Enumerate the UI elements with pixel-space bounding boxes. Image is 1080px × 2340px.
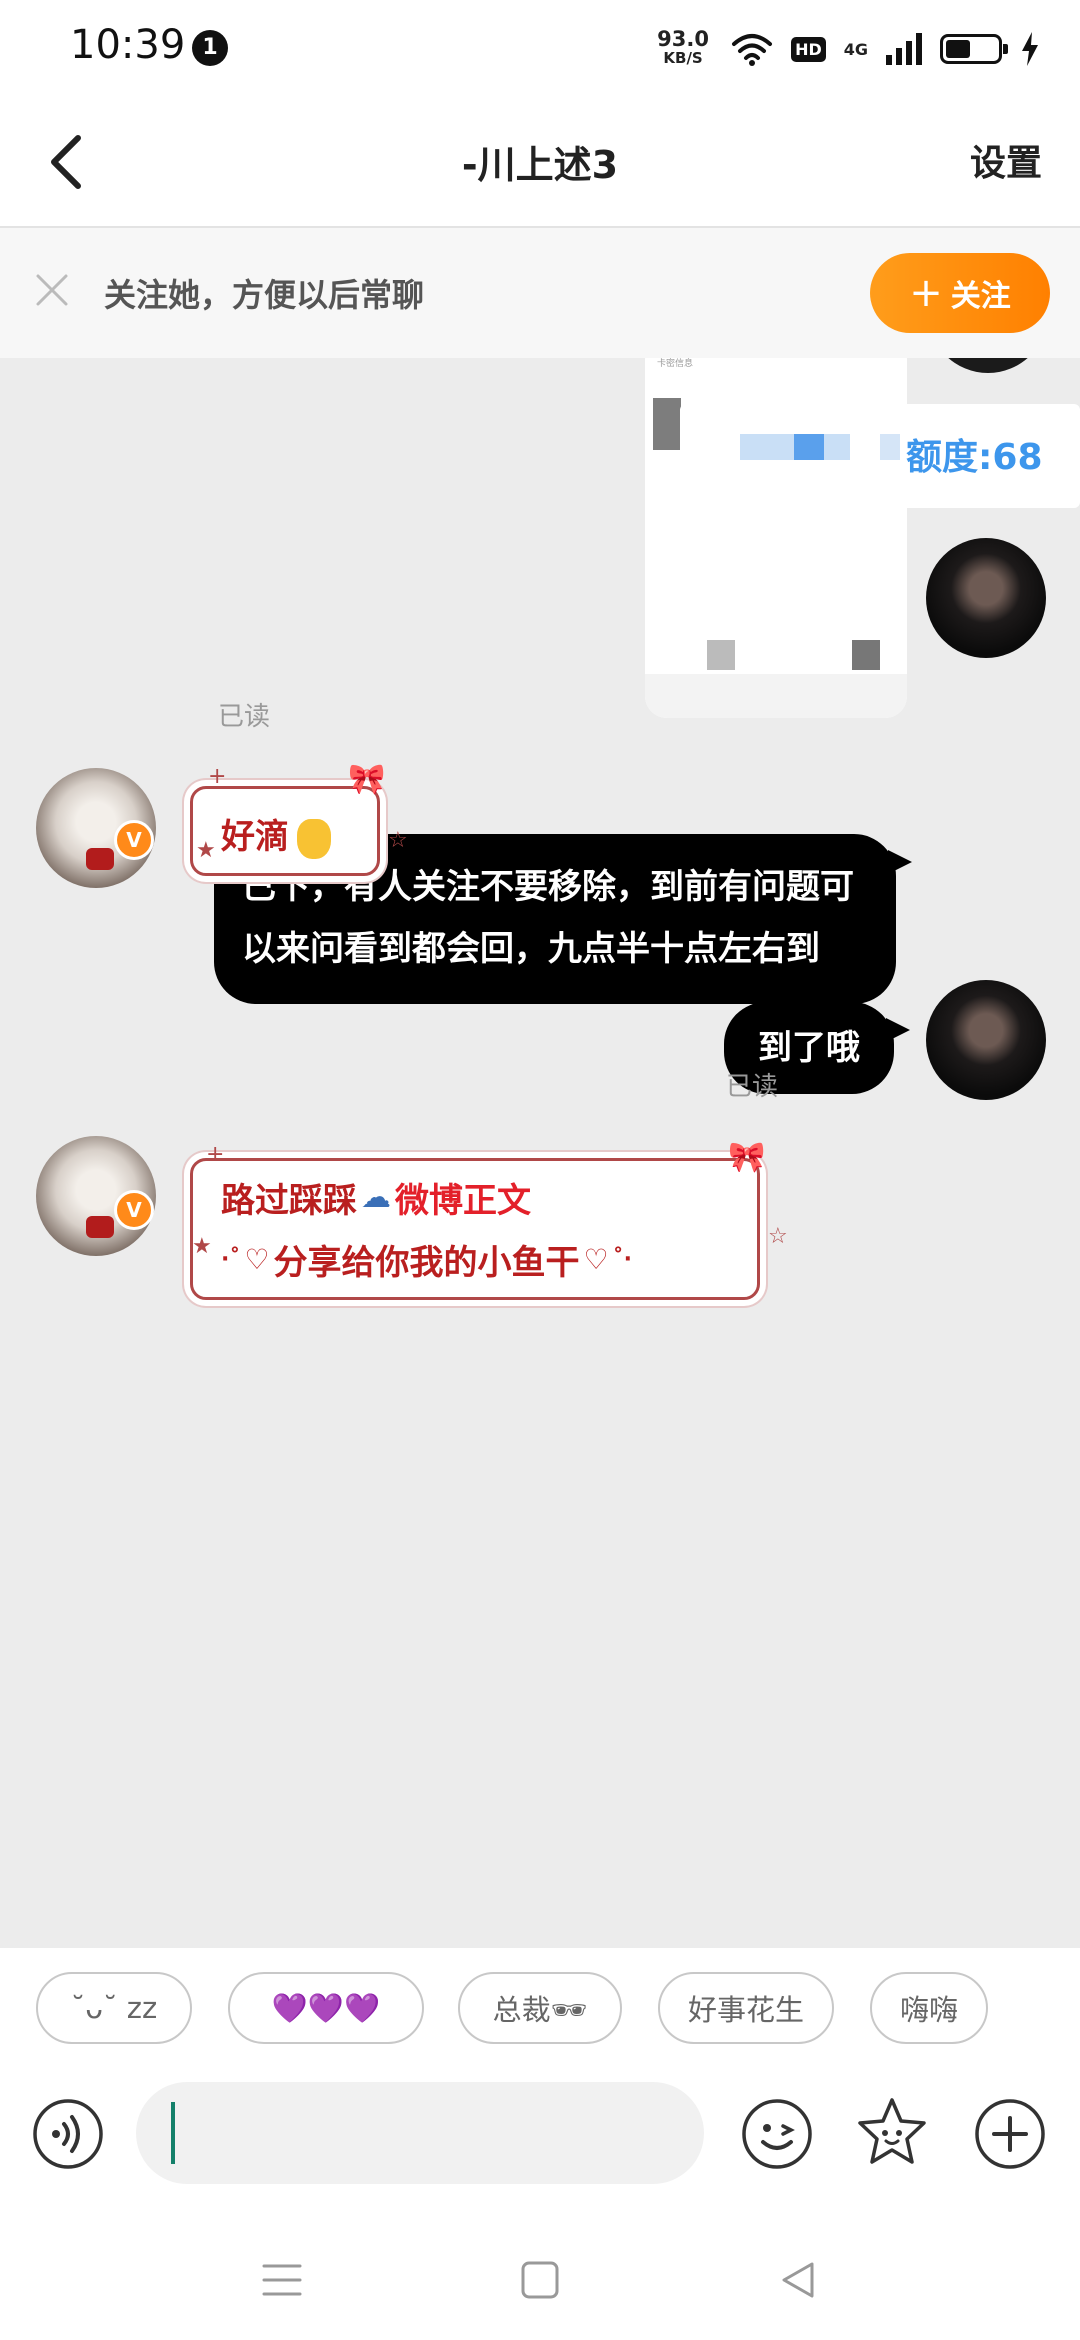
net-speed: 93.0 KB/S: [653, 27, 713, 68]
follow-button[interactable]: + 关注: [870, 253, 1050, 333]
reply-text: 好滴: [221, 817, 289, 857]
weibo-post-link[interactable]: 微博正文: [395, 1173, 531, 1222]
input-bar: [0, 2054, 1080, 2214]
quick-reply-chip[interactable]: 总裁🕶: [458, 1972, 622, 2044]
status-indicators: 93.0 KB/S HD 4G: [653, 24, 1040, 74]
card-line-2: ·˚ ♡ 分享给你我的小鱼干 ♡ ˚·: [221, 1235, 632, 1284]
wifi-icon: [732, 34, 773, 66]
sparkle-icon: ˚·: [612, 1247, 632, 1272]
system-nav-bar: [0, 2214, 1080, 2340]
ok-hand-icon: [297, 818, 331, 859]
card-text-prefix: 路过踩踩: [221, 1181, 357, 1221]
emoji-icon[interactable]: [741, 2098, 813, 2170]
sparkle-icon: +: [208, 764, 227, 789]
quick-reply-chip[interactable]: 嗨嗨: [870, 1972, 988, 2044]
bow-icon: 🎀: [728, 1140, 766, 1175]
back-nav-icon[interactable]: [768, 2250, 828, 2310]
verified-badge: V: [114, 820, 154, 860]
image-footer: [645, 674, 907, 718]
heart-outline-icon: ♡: [583, 1243, 609, 1276]
network-type: 4G: [843, 39, 868, 59]
message-list[interactable]: 卡密信息 额度:68 已下，有人关注不要移除，到前有问题可以来问看到都会回，九点…: [0, 358, 1080, 1948]
plus-icon: +: [909, 270, 943, 316]
notification-badge: 1: [192, 30, 228, 66]
image-block: [852, 640, 880, 670]
read-status: 已读: [218, 702, 271, 732]
close-icon[interactable]: [30, 268, 74, 312]
image-caption: 卡密信息: [657, 359, 694, 369]
status-time: 10:39: [70, 22, 186, 68]
self-avatar[interactable]: [926, 538, 1046, 658]
heart-outline-icon: ♡: [244, 1243, 270, 1276]
message-input[interactable]: [136, 2082, 704, 2184]
quick-reply-chip[interactable]: 好事花生: [658, 1972, 834, 2044]
plus-circle-icon[interactable]: [974, 2098, 1046, 2170]
text-cursor: [171, 2102, 175, 2164]
verified-badge: V: [114, 1190, 154, 1230]
settings-button[interactable]: 设置: [970, 134, 1042, 186]
quick-reply-chip[interactable]: ˘ᴗ˘ zz: [36, 1972, 192, 2044]
status-bar: 10:39 1 93.0 KB/S HD 4G: [0, 0, 1080, 96]
net-speed-value: 93.0: [657, 27, 709, 51]
self-avatar-partial: [928, 358, 1048, 373]
received-message[interactable]: 好滴: [190, 786, 380, 876]
cloud-icon: ☁: [361, 1180, 391, 1215]
quick-reply-chip[interactable]: 💜💜💜: [228, 1972, 424, 2044]
star-icon: ☆: [388, 828, 408, 853]
card-text-share: 分享给你我的小鱼干: [273, 1243, 580, 1283]
battery-icon: [940, 34, 1008, 64]
menu-icon[interactable]: [252, 2250, 312, 2310]
quota-text: 额度:68: [906, 437, 1043, 478]
image-block: [707, 640, 735, 670]
chat-title: -川上述3: [461, 143, 619, 187]
sparkle-icon: ·˚: [221, 1247, 241, 1272]
image-overlay: 额度:68: [680, 404, 1080, 508]
star-icon: ★: [192, 1234, 212, 1259]
read-status: 已读: [726, 1072, 779, 1102]
home-icon[interactable]: [510, 2250, 570, 2310]
shared-post-card[interactable]: 路过踩踩 ☁ 微博正文 ·˚ ♡ 分享给你我的小鱼干 ♡ ˚·: [190, 1158, 760, 1300]
blurred-region: [880, 434, 900, 460]
image-block: [653, 398, 681, 450]
follow-prompt: 关注她，方便以后常聊: [104, 276, 425, 314]
quick-replies: ˘ᴗ˘ zz 💜💜💜 总裁🕶 好事花生 嗨嗨: [0, 1948, 1080, 2054]
card-line-1: 路过踩踩 ☁ 微博正文: [221, 1173, 531, 1222]
star-icon: ★: [196, 838, 216, 863]
star-icon: ☆: [768, 1224, 788, 1249]
chat-header: -川上述3 设置: [0, 96, 1080, 228]
signal-icon: [886, 33, 922, 65]
hd-badge: HD: [791, 36, 826, 62]
follow-button-label: 关注: [950, 279, 1011, 314]
bow-icon: 🎀: [348, 762, 386, 797]
net-speed-unit: KB/S: [663, 49, 703, 67]
self-avatar[interactable]: [926, 980, 1046, 1100]
blurred-region: [794, 434, 824, 460]
follow-banner: 关注她，方便以后常聊 + 关注: [0, 228, 1080, 358]
sparkle-icon: +: [206, 1142, 225, 1167]
voice-icon[interactable]: [32, 2098, 104, 2170]
star-face-icon[interactable]: [856, 2096, 928, 2168]
received-message-text: 好滴: [221, 809, 331, 859]
charging-icon: [1022, 32, 1038, 66]
